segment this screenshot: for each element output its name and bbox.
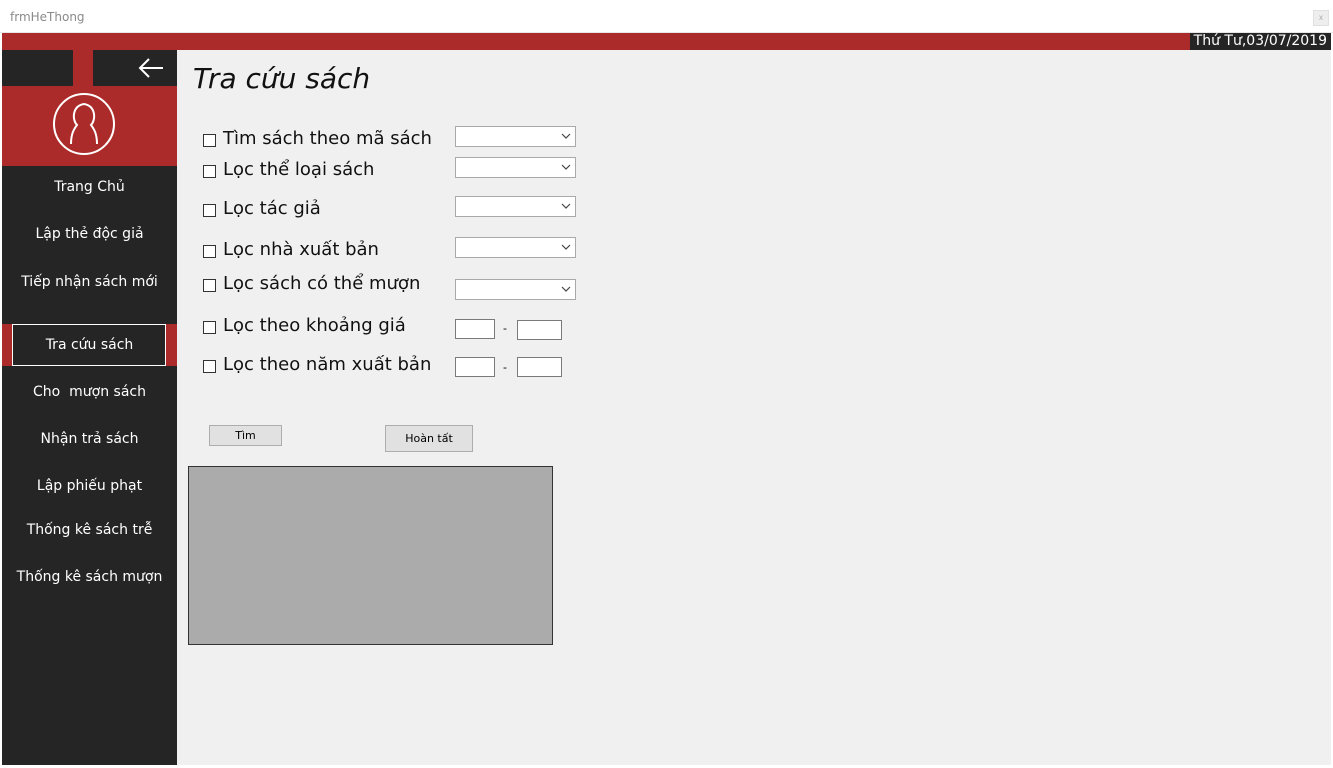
sidebar-item-tra-cuu-sach[interactable]: Tra cứu sách	[2, 324, 177, 366]
filter-checkbox[interactable]	[203, 204, 216, 217]
filter-checkbox[interactable]	[203, 279, 216, 292]
filter-checkbox[interactable]	[203, 245, 216, 258]
sidebar-item-label: Lập thẻ độc giả	[35, 226, 144, 242]
filter-checkbox[interactable]	[203, 360, 216, 373]
sidebar-item-label: Trang Chủ	[54, 179, 125, 195]
sidebar-item-nhan-tra-sach[interactable]: Nhận trả sách	[2, 418, 177, 460]
chevron-down-icon	[561, 203, 571, 209]
gia-to-input[interactable]	[517, 320, 562, 340]
co-the-muon-combobox[interactable]	[455, 279, 576, 300]
done-button[interactable]: Hoàn tất	[385, 425, 473, 452]
nam-to-input[interactable]	[517, 357, 562, 377]
sidebar-item-label: Thống kê sách mượn	[16, 569, 163, 585]
chevron-down-icon	[561, 244, 571, 250]
sidebar-item-label: Nhận trả sách	[40, 431, 139, 447]
sidebar-item-label: Lập phiếu phạt	[36, 478, 143, 494]
window-title: frmHeThong	[10, 10, 85, 24]
sidebar-item-lap-the-doc-gia[interactable]: Lập thẻ độc giả	[2, 213, 177, 255]
chevron-down-icon	[561, 286, 571, 292]
the-loai-combobox[interactable]	[455, 157, 576, 178]
page-title: Tra cứu sách	[193, 62, 371, 95]
search-button[interactable]: Tìm	[209, 425, 282, 446]
date-label: Thứ Tư,03/07/2019	[1189, 33, 1331, 50]
filter-label: Lọc tác giả	[223, 198, 321, 219]
sidebar-item-cho-muon-sach[interactable]: Cho mượn sách	[2, 371, 177, 413]
sidebar-item-label: Tiếp nhận sách mới	[21, 274, 158, 290]
sidebar-top-left	[2, 50, 73, 86]
arrow-left-icon[interactable]	[136, 56, 166, 80]
gia-from-input[interactable]	[455, 319, 495, 339]
filter-checkbox[interactable]	[203, 321, 216, 334]
filter-checkbox[interactable]	[203, 165, 216, 178]
sidebar-banner	[2, 86, 177, 166]
filter-checkbox[interactable]	[203, 134, 216, 147]
tac-gia-combobox[interactable]	[455, 196, 576, 217]
sidebar-item-trang-chu[interactable]: Trang Chủ	[2, 166, 177, 208]
filter-label: Lọc theo năm xuất bản	[223, 354, 432, 375]
sidebar-item-label: Thống kê sách trễ	[26, 522, 153, 538]
range-separator: -	[503, 321, 507, 335]
window-titlebar: frmHeThong x	[0, 0, 1333, 33]
nam-from-input[interactable]	[455, 357, 495, 377]
sidebar-item-label: Tra cứu sách	[45, 337, 134, 353]
filter-label: Lọc sách có thể mượn	[223, 273, 421, 294]
sidebar-item-thong-ke-sach-tre[interactable]: Thống kê sách trễ	[2, 509, 177, 551]
filter-label: Lọc nhà xuất bản	[223, 239, 379, 260]
close-icon[interactable]: x	[1313, 10, 1329, 26]
filter-label: Lọc theo khoảng giá	[223, 315, 406, 336]
nha-xuat-ban-combobox[interactable]	[455, 237, 576, 258]
sidebar-item-lap-phieu-phat[interactable]: Lập phiếu phạt	[2, 465, 177, 507]
range-separator: -	[503, 360, 507, 374]
filter-label: Tìm sách theo mã sách	[223, 128, 432, 149]
user-silhouette-icon	[53, 93, 115, 155]
main-content: Tra cứu sách Tìm sách theo mã sách Lọc t…	[177, 50, 1331, 765]
sidebar-item-thong-ke-sach-muon[interactable]: Thống kê sách mượn	[2, 556, 177, 598]
filter-label: Lọc thể loại sách	[223, 159, 375, 180]
sidebar-item-tiep-nhan-sach-moi[interactable]: Tiếp nhận sách mới	[2, 261, 177, 303]
sidebar-item-label: Cho mượn sách	[33, 384, 146, 400]
sidebar: Trang Chủ Lập thẻ độc giả Tiếp nhận sách…	[2, 50, 177, 765]
sidebar-top-accent	[73, 50, 93, 86]
chevron-down-icon	[561, 164, 571, 170]
ma-sach-combobox[interactable]	[455, 126, 576, 147]
results-grid[interactable]	[188, 466, 553, 645]
header-strip	[2, 33, 1331, 50]
chevron-down-icon	[561, 133, 571, 139]
